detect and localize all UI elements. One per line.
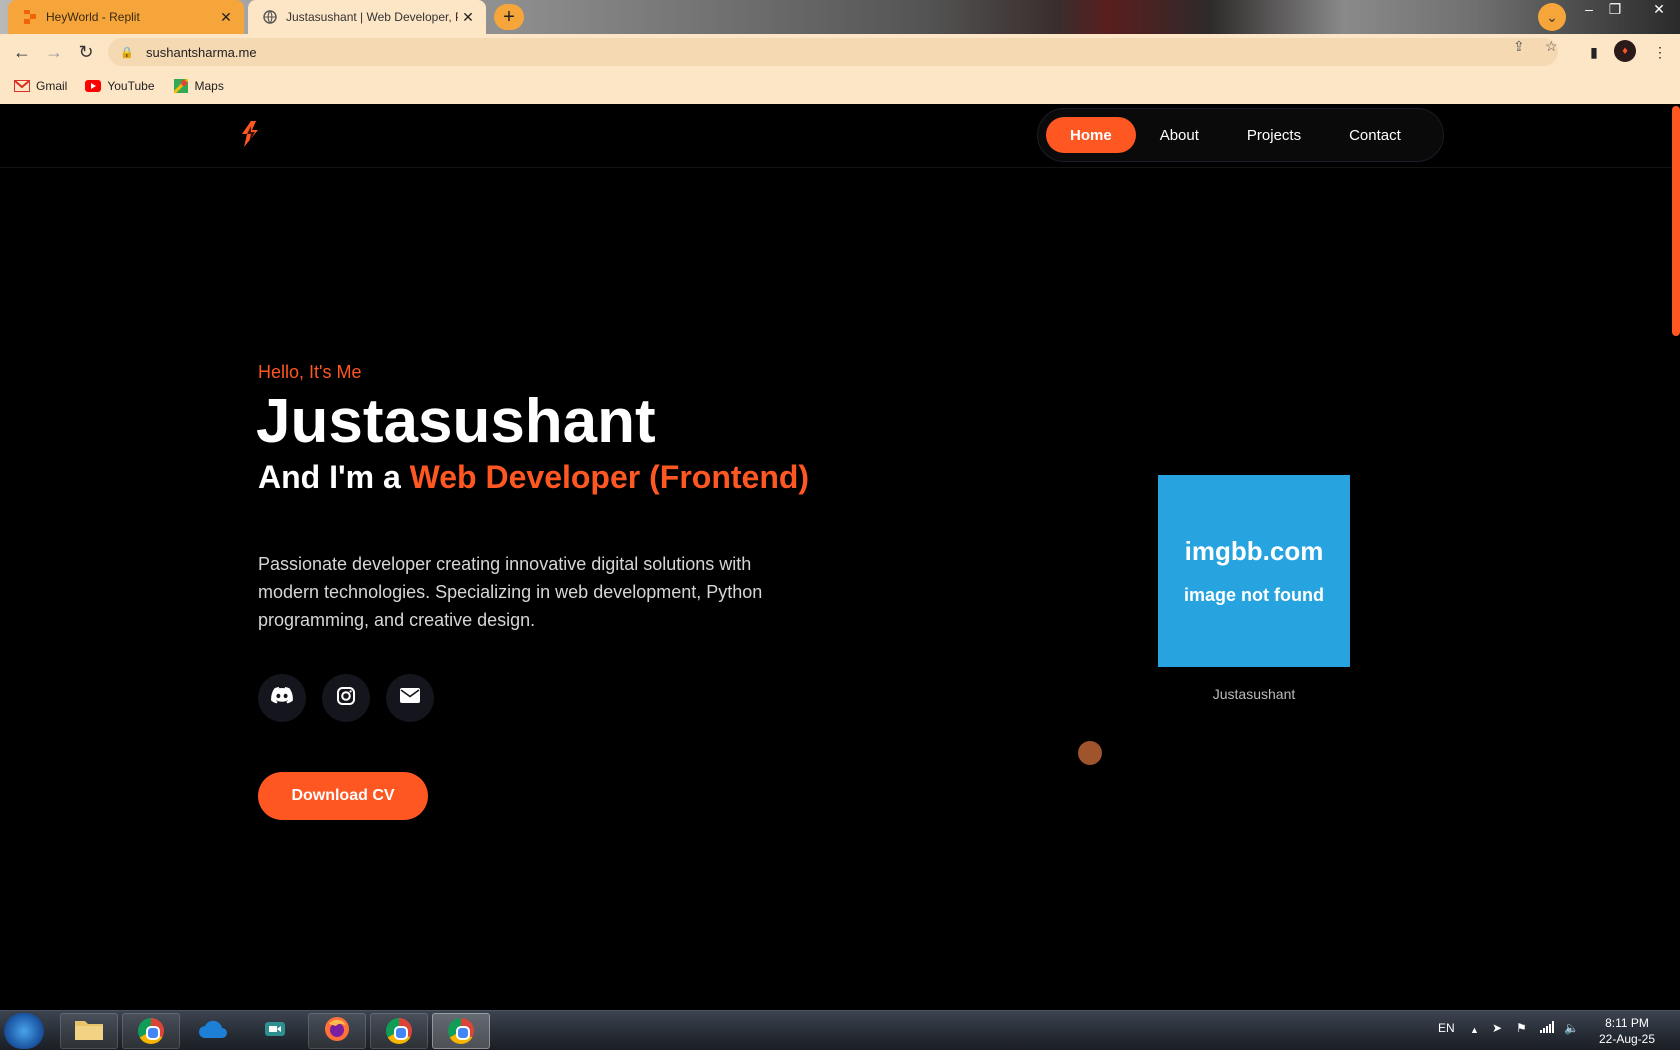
hero-name: Justasushant bbox=[256, 387, 656, 456]
firefox-icon bbox=[324, 1016, 350, 1047]
site-header: Home About Projects Contact bbox=[0, 104, 1672, 168]
bookmark-youtube[interactable]: YouTube bbox=[85, 79, 155, 93]
forward-button[interactable]: → bbox=[40, 38, 68, 66]
video-camera-icon bbox=[263, 1017, 287, 1046]
address-bar[interactable]: 🔒 sushantsharma.me bbox=[108, 38, 1558, 66]
hero-greeting: Hello, It's Me bbox=[258, 362, 362, 382]
folder-icon bbox=[74, 1017, 104, 1046]
gmail-icon bbox=[14, 80, 30, 92]
discord-link[interactable] bbox=[258, 674, 306, 722]
cursor-follower-dot bbox=[1078, 741, 1102, 765]
chrome-icon bbox=[138, 1018, 164, 1044]
restore-window-button[interactable]: ❐ bbox=[1602, 0, 1628, 18]
discord-icon bbox=[271, 687, 293, 709]
site-logo[interactable] bbox=[238, 120, 264, 148]
tab-replit[interactable]: HeyWorld - Replit ✕ bbox=[8, 0, 244, 34]
hero-role-line: And I'm a Web Developer (Frontend) bbox=[258, 459, 809, 496]
url-text: sushantsharma.me bbox=[146, 44, 257, 60]
youtube-icon bbox=[85, 80, 102, 92]
system-clock[interactable]: 8:11 PM 22-Aug-25 bbox=[1592, 1015, 1662, 1047]
close-tab-icon[interactable]: ✕ bbox=[216, 7, 236, 27]
chrome-task-2[interactable] bbox=[370, 1013, 428, 1049]
profile-image-placeholder: imgbb.com image not found bbox=[1158, 475, 1350, 667]
share-icon[interactable]: ⇪ bbox=[1513, 38, 1525, 55]
mail-icon bbox=[400, 688, 420, 708]
download-cv-button[interactable]: Download CV bbox=[258, 772, 428, 820]
action-center-icon[interactable]: ⚑ bbox=[1516, 1021, 1527, 1035]
side-panel-icon[interactable]: ▮ bbox=[1580, 38, 1608, 66]
lock-icon: 🔒 bbox=[120, 46, 134, 59]
globe-icon bbox=[262, 9, 278, 25]
close-window-button[interactable]: ✕ bbox=[1646, 0, 1672, 18]
bookmark-label: Maps bbox=[194, 79, 224, 93]
close-tab-icon[interactable]: ✕ bbox=[458, 7, 478, 27]
tab-title: Justasushant | Web Developer, Py bbox=[286, 10, 458, 24]
web-page: Home About Projects Contact Hello, It's … bbox=[0, 104, 1680, 1010]
tab-portfolio[interactable]: Justasushant | Web Developer, Py ✕ bbox=[248, 0, 486, 34]
mouse-cursor-icon: ➤ bbox=[1492, 1021, 1503, 1035]
bookmarks-bar: Gmail YouTube Maps bbox=[0, 72, 228, 100]
nav-contact[interactable]: Contact bbox=[1325, 117, 1425, 153]
firefox-task[interactable] bbox=[308, 1013, 366, 1049]
network-icon[interactable] bbox=[1540, 1021, 1554, 1036]
instagram-icon bbox=[337, 686, 355, 710]
nav-projects[interactable]: Projects bbox=[1223, 117, 1325, 153]
site-nav: Home About Projects Contact bbox=[1037, 108, 1444, 162]
clock-time: 8:11 PM bbox=[1605, 1016, 1649, 1030]
role-title: Web Developer (Frontend) bbox=[409, 459, 810, 495]
bookmark-star-icon[interactable]: ☆ bbox=[1545, 38, 1558, 55]
scrollbar-thumb[interactable] bbox=[1672, 106, 1680, 336]
email-link[interactable] bbox=[386, 674, 434, 722]
image-host-text: imgbb.com bbox=[1184, 536, 1324, 566]
profile-caption: Justasushant bbox=[1212, 686, 1296, 702]
bookmark-maps[interactable]: Maps bbox=[173, 79, 224, 93]
nav-home[interactable]: Home bbox=[1046, 117, 1136, 153]
scrollbar-track[interactable] bbox=[1672, 104, 1680, 1010]
language-indicator[interactable]: EN bbox=[1438, 1021, 1455, 1035]
chrome-icon bbox=[448, 1018, 474, 1044]
clock-date: 22-Aug-25 bbox=[1598, 1032, 1656, 1046]
browser-toolbar: ← → ↻ 🔒 sushantsharma.me ⇪ ☆ ▮ ⋮ ♦ Gmail… bbox=[0, 34, 1680, 104]
instagram-link[interactable] bbox=[322, 674, 370, 722]
hero-description: Passionate developer creating innovative… bbox=[258, 554, 763, 630]
chrome-icon bbox=[386, 1018, 412, 1044]
image-error-text: image not found bbox=[1184, 585, 1324, 605]
new-tab-button[interactable]: + bbox=[494, 4, 524, 30]
replit-icon bbox=[22, 9, 38, 25]
browser-tab-strip: HeyWorld - Replit ✕ Justasushant | Web D… bbox=[0, 0, 1680, 34]
windows-taskbar: EN ▲ ➤ ⚑ 🔈 8:11 PM 22-Aug-25 bbox=[0, 1010, 1680, 1050]
minimize-window-button[interactable]: – bbox=[1576, 0, 1602, 18]
menu-icon[interactable]: ⋮ bbox=[1646, 38, 1674, 66]
tab-search-button[interactable]: ⌄ bbox=[1538, 3, 1566, 31]
show-hidden-icons[interactable]: ▲ bbox=[1470, 1025, 1479, 1035]
cloud-icon bbox=[197, 1019, 229, 1044]
file-explorer-task[interactable] bbox=[60, 1013, 118, 1049]
bookmark-gmail[interactable]: Gmail bbox=[14, 79, 67, 93]
onedrive-task[interactable] bbox=[184, 1013, 242, 1049]
reload-button[interactable]: ↻ bbox=[72, 38, 100, 66]
bookmark-label: Gmail bbox=[36, 79, 68, 93]
start-button[interactable] bbox=[4, 1013, 44, 1049]
nav-about[interactable]: About bbox=[1136, 117, 1223, 153]
maps-icon bbox=[173, 79, 189, 93]
role-prefix: And I'm a bbox=[258, 459, 401, 495]
meet-task[interactable] bbox=[246, 1013, 304, 1049]
bookmark-label: YouTube bbox=[107, 79, 155, 93]
back-button[interactable]: ← bbox=[8, 38, 36, 66]
chrome-task-3[interactable] bbox=[432, 1013, 490, 1049]
social-links bbox=[258, 674, 450, 722]
profile-avatar[interactable]: ♦ bbox=[1614, 40, 1636, 62]
tab-title: HeyWorld - Replit bbox=[46, 10, 140, 24]
chrome-task-1[interactable] bbox=[122, 1013, 180, 1049]
volume-icon[interactable]: 🔈 bbox=[1564, 1021, 1579, 1035]
